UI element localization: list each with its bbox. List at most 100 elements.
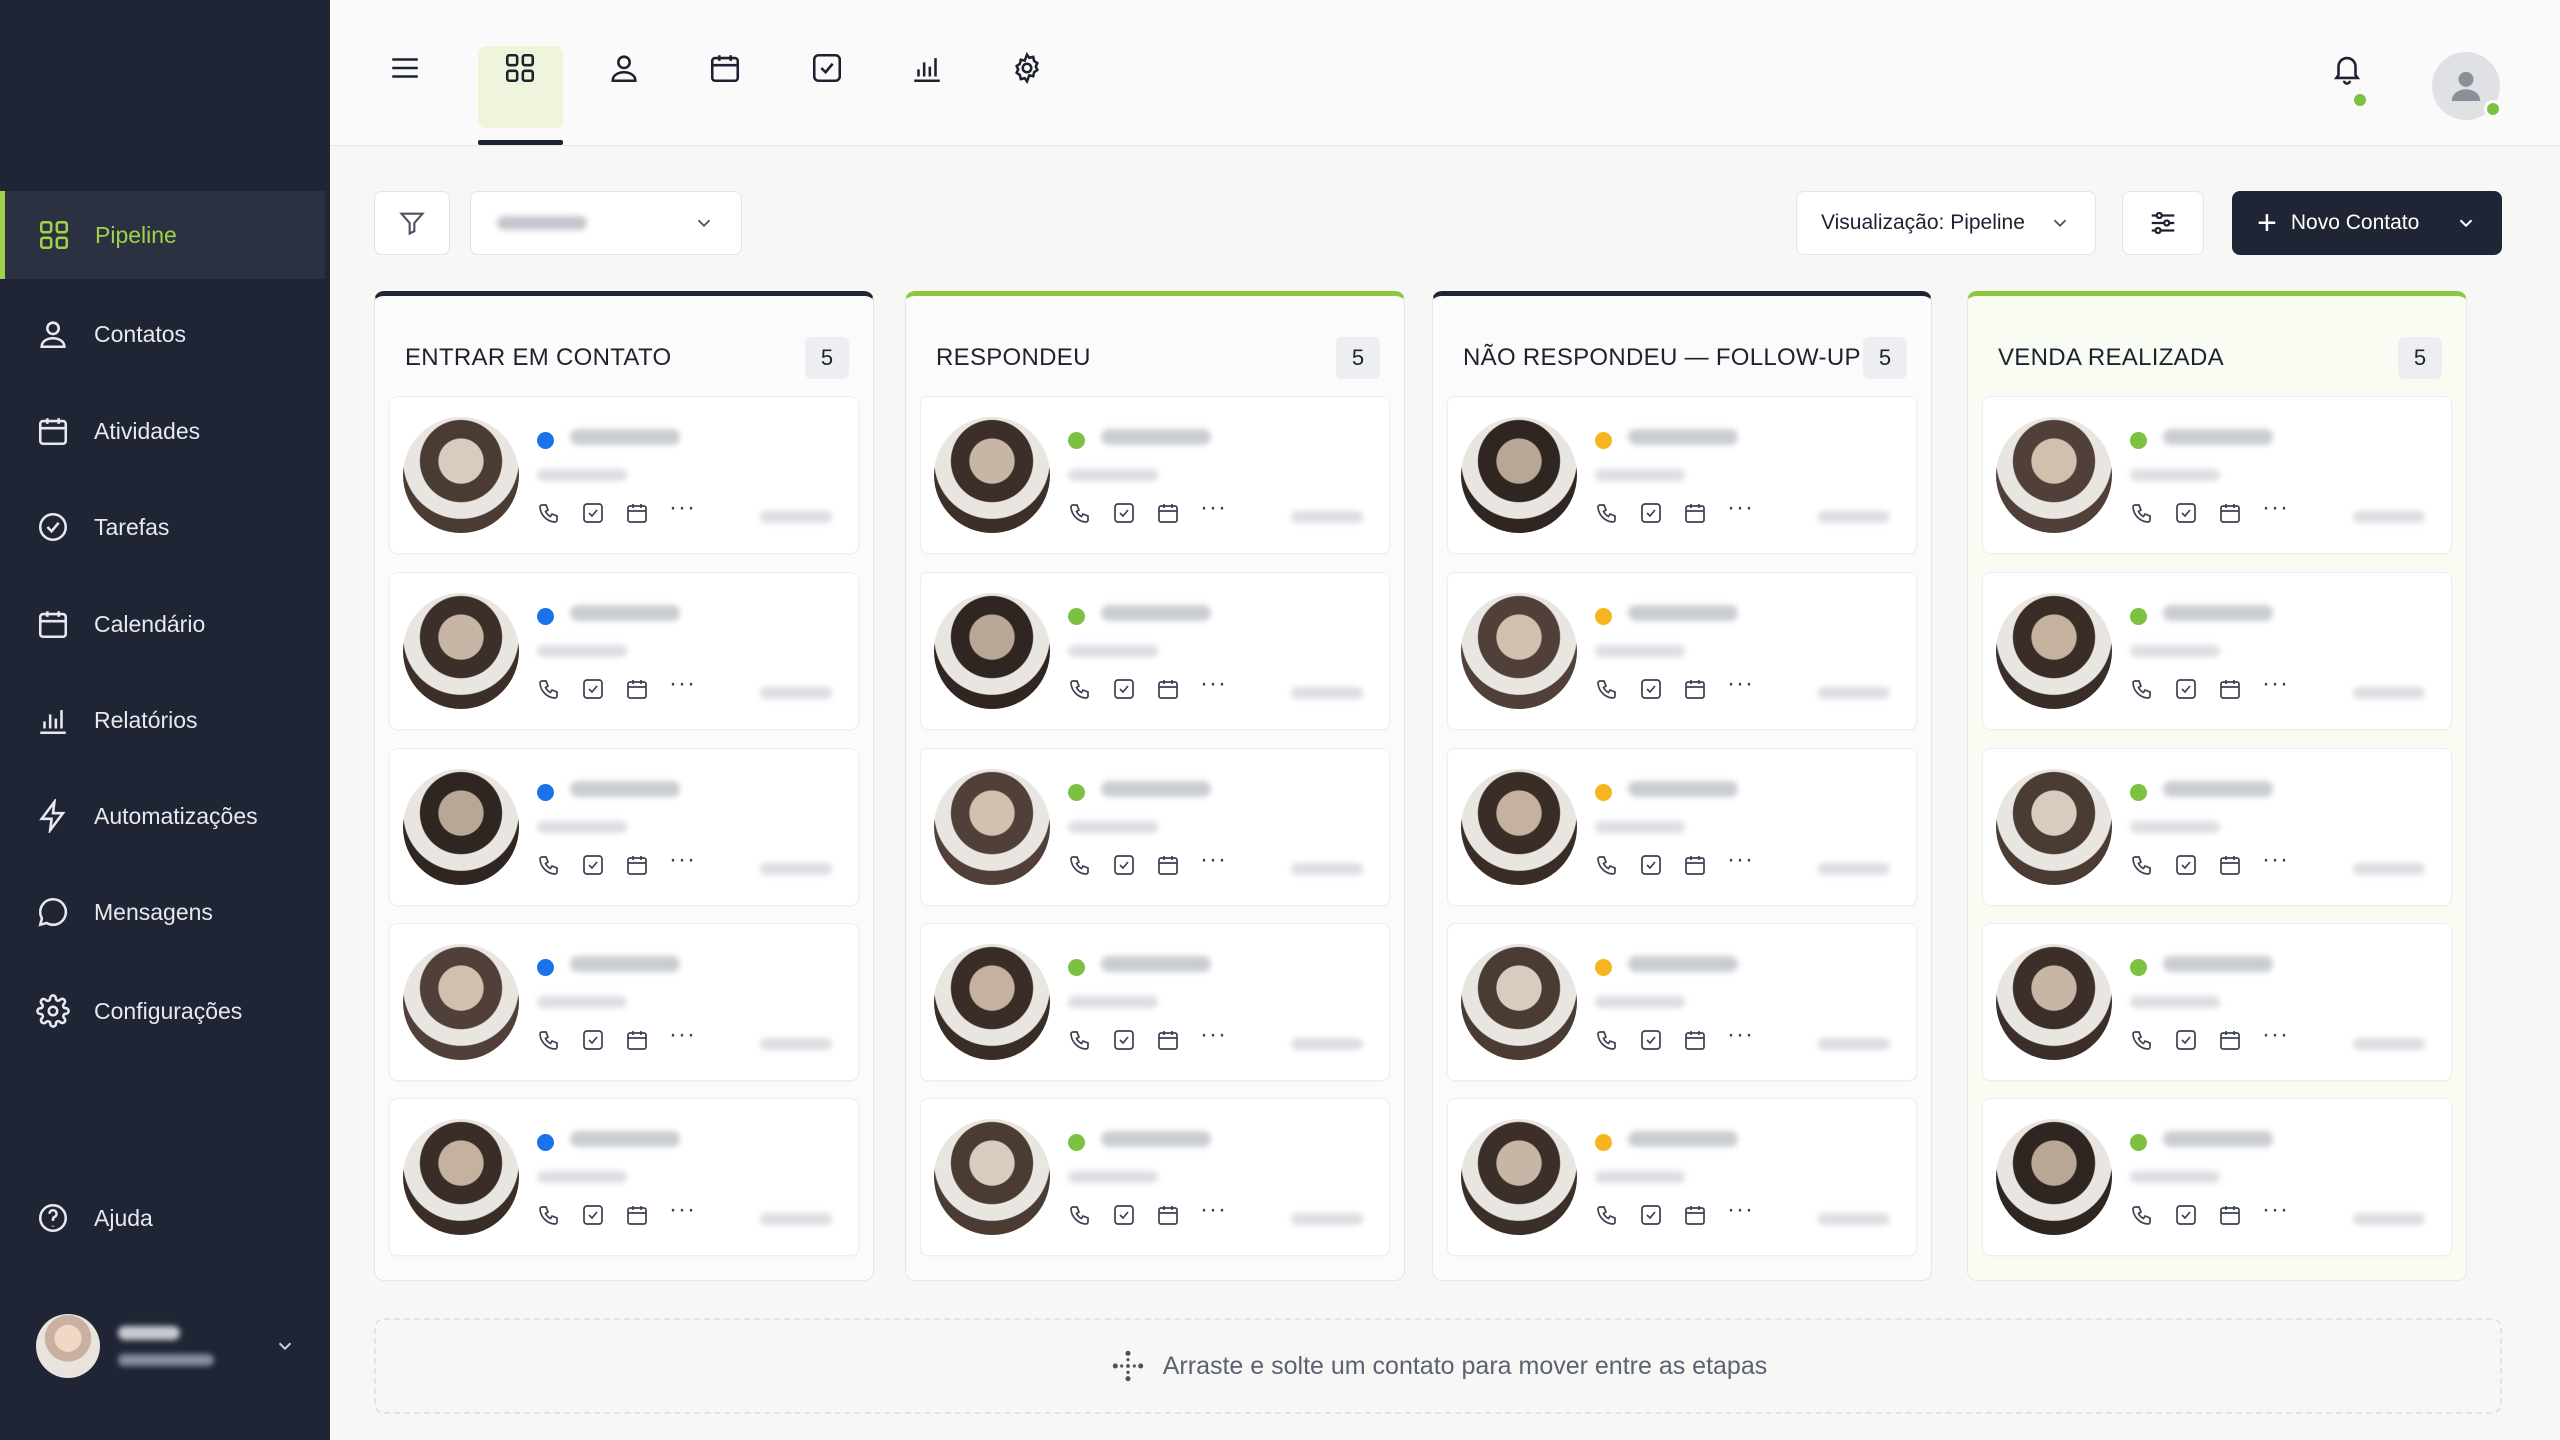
contact-card[interactable]: ··· [389, 748, 859, 906]
calendar-icon[interactable] [1156, 1028, 1180, 1052]
contact-card[interactable]: ··· [920, 396, 1390, 554]
phone-icon[interactable] [2130, 1203, 2154, 1227]
view-select[interactable]: Visualização: Pipeline [1796, 191, 2096, 255]
avatar[interactable] [2432, 52, 2502, 120]
checkbox-icon[interactable] [2174, 853, 2198, 877]
checkbox-icon[interactable] [1639, 1028, 1663, 1052]
checkbox-icon[interactable] [581, 853, 605, 877]
phone-icon[interactable] [537, 677, 561, 701]
more-icon[interactable]: ··· [1727, 848, 1754, 872]
more-icon[interactable]: ··· [669, 1198, 696, 1222]
calendar-icon[interactable] [2218, 501, 2242, 525]
contact-card[interactable]: ··· [1982, 572, 2452, 730]
phone-icon[interactable] [537, 1203, 561, 1227]
user-icon[interactable] [603, 47, 645, 89]
phone-icon[interactable] [1068, 1028, 1092, 1052]
phone-icon[interactable] [2130, 1028, 2154, 1052]
phone-icon[interactable] [1068, 501, 1092, 525]
calendar-icon[interactable] [1683, 501, 1707, 525]
phone-icon[interactable] [2130, 501, 2154, 525]
checkbox-icon[interactable] [2174, 501, 2198, 525]
calendar-icon[interactable] [625, 677, 649, 701]
contact-card[interactable]: ··· [389, 572, 859, 730]
checkbox-icon[interactable] [1112, 853, 1136, 877]
calendar-icon[interactable] [625, 1028, 649, 1052]
new-contact-button[interactable]: + Novo Contato [2232, 191, 2502, 255]
bell-icon[interactable] [2326, 47, 2368, 89]
contact-card[interactable]: ··· [1447, 396, 1917, 554]
contact-card[interactable]: ··· [1447, 923, 1917, 1081]
more-icon[interactable]: ··· [2262, 496, 2289, 520]
calendar-icon[interactable] [1156, 853, 1180, 877]
more-icon[interactable]: ··· [1200, 496, 1227, 520]
contact-card[interactable]: ··· [1447, 748, 1917, 906]
checkbox-icon[interactable] [806, 47, 848, 89]
calendar-icon[interactable] [625, 1203, 649, 1227]
more-icon[interactable]: ··· [1200, 672, 1227, 696]
more-icon[interactable]: ··· [669, 672, 696, 696]
calendar-icon[interactable] [1683, 853, 1707, 877]
more-icon[interactable]: ··· [1200, 1198, 1227, 1222]
pipeline-column[interactable]: VENDA REALIZADA 5 ··· ··· ··· ··· ··· [1967, 291, 2467, 1281]
calendar-icon[interactable] [1156, 677, 1180, 701]
checkbox-icon[interactable] [1639, 853, 1663, 877]
pipeline-column[interactable]: ENTRAR EM CONTATO 5 ··· ··· ··· ··· ··· [374, 291, 874, 1281]
checkbox-icon[interactable] [2174, 1203, 2198, 1227]
sidebar-item-configuracoes[interactable]: Configurações [0, 967, 325, 1055]
view-settings-button[interactable] [2122, 191, 2204, 255]
sidebar-item-tarefas[interactable]: Tarefas [0, 483, 325, 571]
more-icon[interactable]: ··· [2262, 1198, 2289, 1222]
checkbox-icon[interactable] [581, 1028, 605, 1052]
phone-icon[interactable] [1595, 853, 1619, 877]
sidebar-item-calendario[interactable]: Calendário [0, 580, 325, 668]
calendar-icon[interactable] [2218, 1028, 2242, 1052]
contact-card[interactable]: ··· [389, 923, 859, 1081]
checkbox-icon[interactable] [1112, 677, 1136, 701]
calendar-icon[interactable] [1156, 501, 1180, 525]
contact-card[interactable]: ··· [1982, 923, 2452, 1081]
more-icon[interactable]: ··· [2262, 848, 2289, 872]
calendar-icon[interactable] [1683, 1028, 1707, 1052]
sidebar-item-pipeline[interactable]: Pipeline [0, 191, 325, 279]
sidebar-item-atividades[interactable]: Atividades [0, 387, 325, 475]
more-icon[interactable]: ··· [1727, 672, 1754, 696]
checkbox-icon[interactable] [1639, 501, 1663, 525]
checkbox-icon[interactable] [2174, 1028, 2198, 1052]
more-icon[interactable]: ··· [669, 1023, 696, 1047]
sidebar-item-contatos[interactable]: Contatos [0, 290, 325, 378]
sidebar-item-relatorios[interactable]: Relatórios [0, 676, 325, 764]
gear-icon[interactable] [1006, 47, 1048, 89]
contact-card[interactable]: ··· [1982, 396, 2452, 554]
phone-icon[interactable] [1068, 853, 1092, 877]
contact-card[interactable]: ··· [389, 1098, 859, 1256]
bar-chart-icon[interactable] [906, 47, 948, 89]
checkbox-icon[interactable] [1112, 501, 1136, 525]
contact-card[interactable]: ··· [1982, 1098, 2452, 1256]
contact-card[interactable]: ··· [920, 748, 1390, 906]
phone-icon[interactable] [1595, 677, 1619, 701]
more-icon[interactable]: ··· [1727, 1198, 1754, 1222]
phone-icon[interactable] [537, 853, 561, 877]
calendar-icon[interactable] [1683, 677, 1707, 701]
chevron-down-icon[interactable] [2455, 212, 2477, 234]
calendar-icon[interactable] [704, 47, 746, 89]
phone-icon[interactable] [1068, 1203, 1092, 1227]
more-icon[interactable]: ··· [669, 496, 696, 520]
phone-icon[interactable] [1595, 501, 1619, 525]
more-icon[interactable]: ··· [1727, 496, 1754, 520]
menu-icon[interactable] [384, 47, 426, 89]
checkbox-icon[interactable] [2174, 677, 2198, 701]
contact-card[interactable]: ··· [1982, 748, 2452, 906]
calendar-icon[interactable] [2218, 1203, 2242, 1227]
contact-card[interactable]: ··· [920, 1098, 1390, 1256]
contact-card[interactable]: ··· [389, 396, 859, 554]
checkbox-icon[interactable] [581, 677, 605, 701]
calendar-icon[interactable] [1683, 1203, 1707, 1227]
checkbox-icon[interactable] [1112, 1203, 1136, 1227]
grid-icon[interactable] [499, 47, 541, 89]
more-icon[interactable]: ··· [2262, 1023, 2289, 1047]
more-icon[interactable]: ··· [2262, 672, 2289, 696]
stage-filter-select[interactable] [470, 191, 742, 255]
checkbox-icon[interactable] [581, 1203, 605, 1227]
contact-card[interactable]: ··· [920, 923, 1390, 1081]
